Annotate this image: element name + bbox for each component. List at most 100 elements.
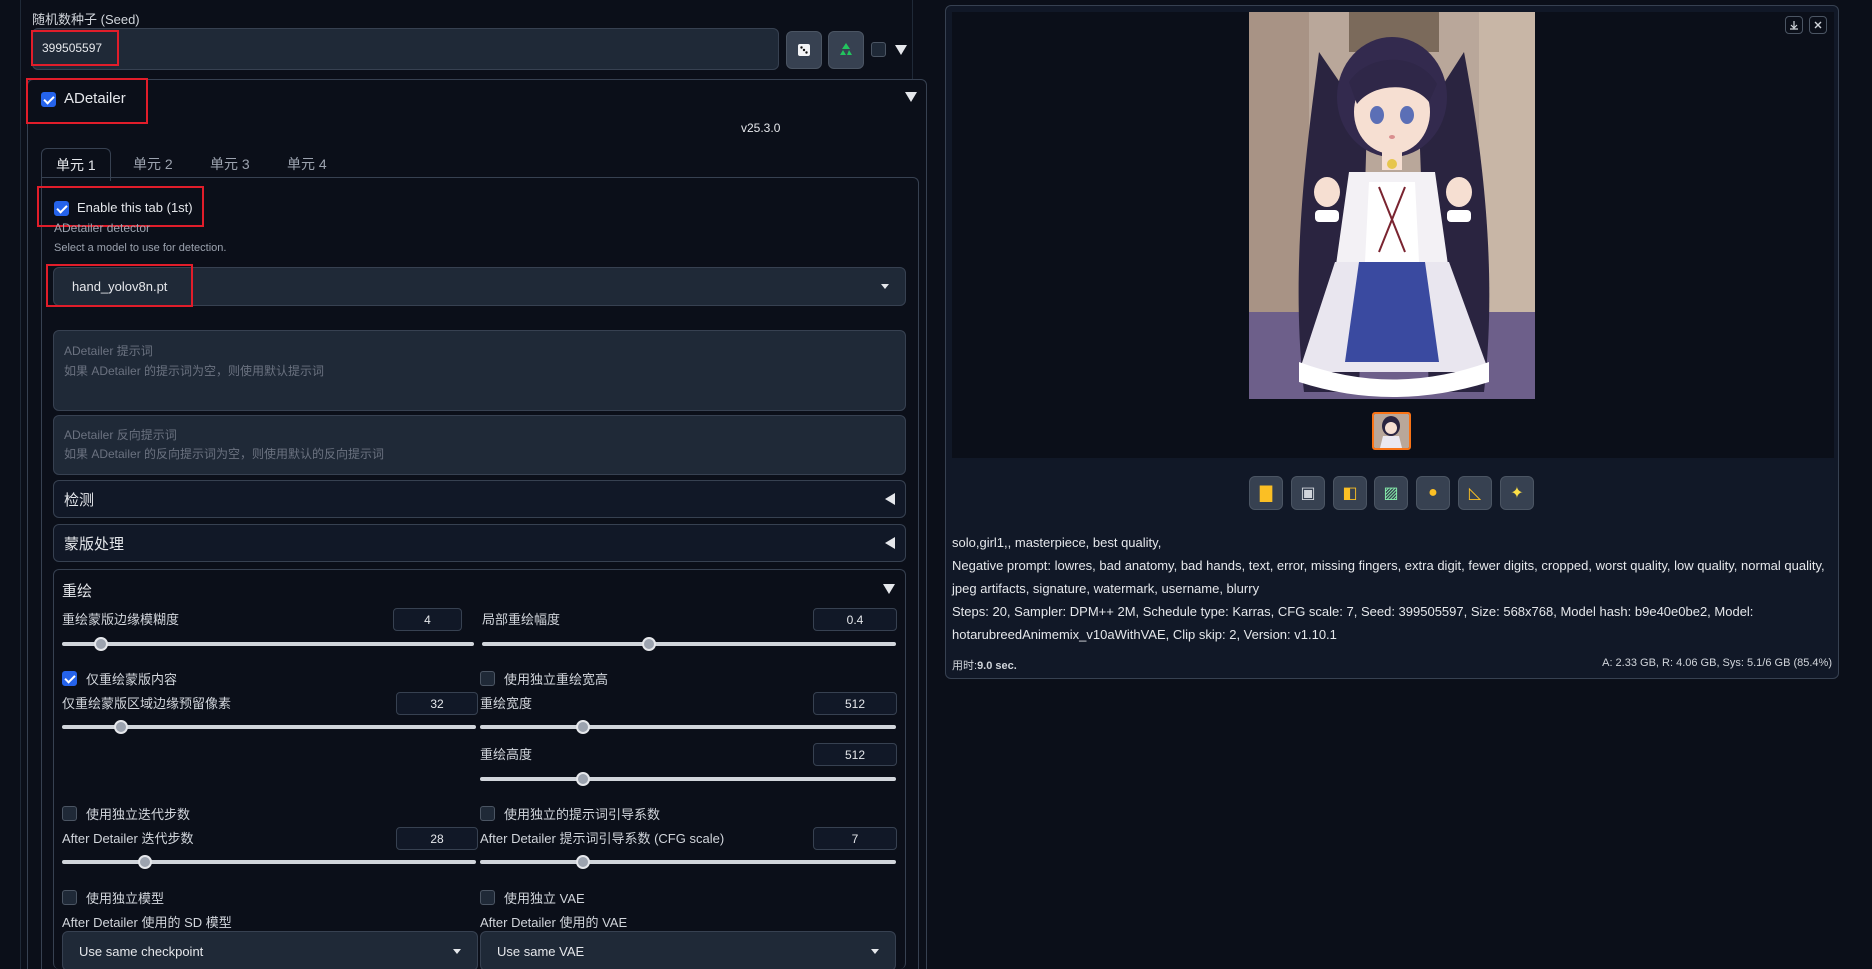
slider-thumb[interactable] <box>93 637 108 651</box>
ruler-icon: ◺ <box>1468 485 1482 502</box>
version-label: v25.3.0 <box>741 121 781 135</box>
height-number[interactable]: 512 <box>813 743 897 766</box>
time-value: 9.0 sec. <box>977 660 1017 672</box>
extra-seed-checkbox[interactable] <box>871 42 886 57</box>
random-seed-button[interactable] <box>786 31 822 69</box>
detector-hint: Select a model to use for detection. <box>54 242 227 254</box>
save-button[interactable]: ▣ <box>1291 476 1325 510</box>
cfg-number[interactable]: 7 <box>813 827 897 850</box>
sep-model-checkbox[interactable] <box>62 890 77 905</box>
recycle-icon <box>840 43 852 55</box>
sep-vae-checkbox[interactable] <box>480 890 495 905</box>
sep-cfg-checkbox[interactable] <box>480 806 495 821</box>
zip-button[interactable]: ◧ <box>1333 476 1367 510</box>
thumbnail-image <box>1374 414 1409 448</box>
slider-thumb[interactable] <box>642 637 656 651</box>
download-button[interactable] <box>1785 16 1803 34</box>
zip-icon: ◧ <box>1342 485 1358 502</box>
steps-slider[interactable] <box>62 855 476 869</box>
sep-steps-label: 使用独立迭代步数 <box>86 807 191 822</box>
sep-wh-label: 使用独立重绘宽高 <box>504 672 609 687</box>
steps-label: After Detailer 迭代步数 <box>62 831 194 846</box>
highlight-box <box>31 30 119 66</box>
neg-prompt-placeholder: 如果 ADetailer 的反向提示词为空，则使用默认的反向提示词 <box>64 447 385 461</box>
folder-icon: ▇ <box>1259 485 1273 502</box>
extra-seed-toggle-icon[interactable] <box>895 45 907 55</box>
width-slider[interactable] <box>480 720 896 734</box>
width-label: 重绘宽度 <box>480 696 533 711</box>
reuse-seed-button[interactable] <box>828 31 864 69</box>
expand-icon <box>885 493 895 505</box>
padding-number[interactable]: 32 <box>396 692 478 715</box>
neg-prompt-label: ADetailer 反向提示词 <box>64 428 177 442</box>
only-masked-checkbox[interactable] <box>62 671 77 686</box>
negative-prompt-text: Negative prompt: lowres, bad anatomy, ba… <box>952 558 1825 596</box>
vae-value: Use same VAE <box>497 943 585 959</box>
expand-icon <box>885 537 895 549</box>
denoise-number[interactable]: 0.4 <box>813 608 897 631</box>
prompt-text: solo,girl1,, masterpiece, best quality, <box>952 535 1162 550</box>
model-select[interactable]: Use same checkpoint <box>62 931 478 969</box>
sep-steps-checkbox[interactable] <box>62 806 77 821</box>
close-icon <box>1814 21 1822 29</box>
chevron-down-icon <box>871 948 879 954</box>
detect-section[interactable]: 检测 <box>53 480 906 518</box>
cfg-label: After Detailer 提示词引导系数 (CFG scale) <box>480 831 725 846</box>
model-value: Use same checkpoint <box>79 943 204 959</box>
send-to-inpaint-button[interactable]: ● <box>1416 476 1450 510</box>
send-to-extras-button[interactable]: ◺ <box>1458 476 1492 510</box>
slider-thumb[interactable] <box>138 855 152 869</box>
tab-unit-3[interactable]: 单元 3 <box>210 154 250 174</box>
only-masked-label: 仅重绘蒙版内容 <box>86 672 178 687</box>
width-number[interactable]: 512 <box>813 692 897 715</box>
adetailer-negative-prompt-input[interactable]: ADetailer 反向提示词 如果 ADetailer 的反向提示词为空，则使… <box>53 415 906 475</box>
thumbnail[interactable] <box>1372 412 1411 450</box>
inpaint-section <box>53 569 906 969</box>
chevron-down-icon <box>881 284 889 289</box>
denoise-slider[interactable] <box>482 637 896 651</box>
divider <box>20 0 21 969</box>
palette-icon: ● <box>1428 484 1438 501</box>
collapse-icon[interactable] <box>883 584 895 594</box>
padding-label: 仅重绘蒙版区域边缘预留像素 <box>62 696 232 711</box>
tab-unit-4[interactable]: 单元 4 <box>287 154 327 174</box>
inpaint-section-title: 重绘 <box>62 583 93 600</box>
sparkle-icon: ✦ <box>1510 485 1524 502</box>
padding-slider[interactable] <box>62 720 476 734</box>
highlight-box <box>46 264 193 307</box>
prompt-label: ADetailer 提示词 <box>64 344 153 358</box>
slider-thumb[interactable] <box>114 720 128 734</box>
chevron-down-icon <box>453 948 461 954</box>
collapse-icon[interactable] <box>905 92 917 102</box>
detect-section-title: 检测 <box>64 491 95 509</box>
vae-select[interactable]: Use same VAE <box>480 931 896 969</box>
mask-blur-label: 重绘蒙版边缘模糊度 <box>62 612 180 627</box>
close-button[interactable] <box>1809 16 1827 34</box>
prompt-placeholder: 如果 ADetailer 的提示词为空，则使用默认提示词 <box>64 364 325 378</box>
tab-unit-2[interactable]: 单元 2 <box>133 154 173 174</box>
generation-info: solo,girl1,, masterpiece, best quality, … <box>952 531 1827 646</box>
send-to-img2img-button[interactable]: ▨ <box>1374 476 1408 510</box>
denoise-label: 局部重绘幅度 <box>482 612 561 627</box>
highlight-box <box>26 78 148 124</box>
mask-blur-slider[interactable] <box>62 637 474 651</box>
time-label: 用时: <box>952 660 978 672</box>
mask-section[interactable]: 蒙版处理 <box>53 524 906 562</box>
highlight-box <box>37 186 204 227</box>
sep-wh-checkbox[interactable] <box>480 671 495 686</box>
adetailer-prompt-input[interactable]: ADetailer 提示词 如果 ADetailer 的提示词为空，则使用默认提… <box>53 330 906 411</box>
mask-blur-number[interactable]: 4 <box>393 608 462 631</box>
cfg-slider[interactable] <box>480 855 896 869</box>
height-slider[interactable] <box>480 772 896 786</box>
seed-label: 随机数种子 (Seed) <box>32 12 140 27</box>
mask-section-title: 蒙版处理 <box>64 535 125 553</box>
anime-girl-image <box>1249 12 1535 399</box>
steps-number[interactable]: 28 <box>396 827 478 850</box>
model-label: After Detailer 使用的 SD 模型 <box>62 915 232 930</box>
memory-info: A: 2.33 GB, R: 4.06 GB, Sys: 5.1/6 GB (8… <box>1602 657 1832 669</box>
sep-cfg-label: 使用独立的提示词引导系数 <box>504 807 661 822</box>
upscale-button[interactable]: ✦ <box>1500 476 1534 510</box>
open-folder-button[interactable]: ▇ <box>1249 476 1283 510</box>
seed-input[interactable] <box>32 28 779 70</box>
generated-image[interactable] <box>1249 12 1535 399</box>
